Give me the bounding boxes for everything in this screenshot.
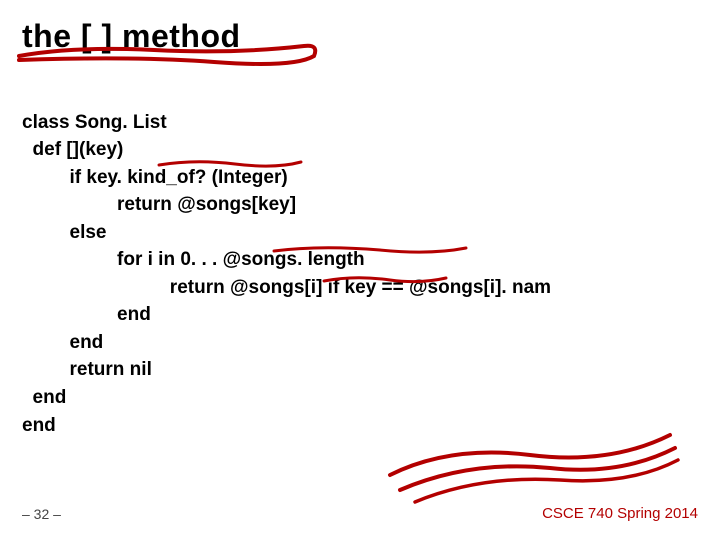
code-line: class Song. List — [22, 112, 167, 133]
code-line: for i in 0. . . @songs. length — [22, 249, 365, 270]
code-line: return nil — [22, 359, 152, 380]
page-number: – 32 – — [22, 506, 61, 522]
code-line: else — [22, 222, 107, 243]
code-line: def [](key) — [22, 139, 123, 160]
code-line: if key. kind_of? (Integer) — [22, 167, 288, 188]
code-line: end — [22, 387, 66, 408]
code-line: return @songs[i] if key == @songs[i]. na… — [22, 277, 551, 298]
code-line: end — [22, 304, 151, 325]
code-line: end — [22, 332, 103, 353]
slide: the [ ] method class Song. List def [](k… — [0, 0, 720, 540]
code-line: return @songs[key] — [22, 194, 296, 215]
course-label: CSCE 740 Spring 2014 — [542, 505, 698, 522]
slide-title: the [ ] method — [22, 18, 698, 55]
code-block: class Song. List def [](key) if key. kin… — [22, 81, 698, 467]
code-line: end — [22, 415, 56, 436]
